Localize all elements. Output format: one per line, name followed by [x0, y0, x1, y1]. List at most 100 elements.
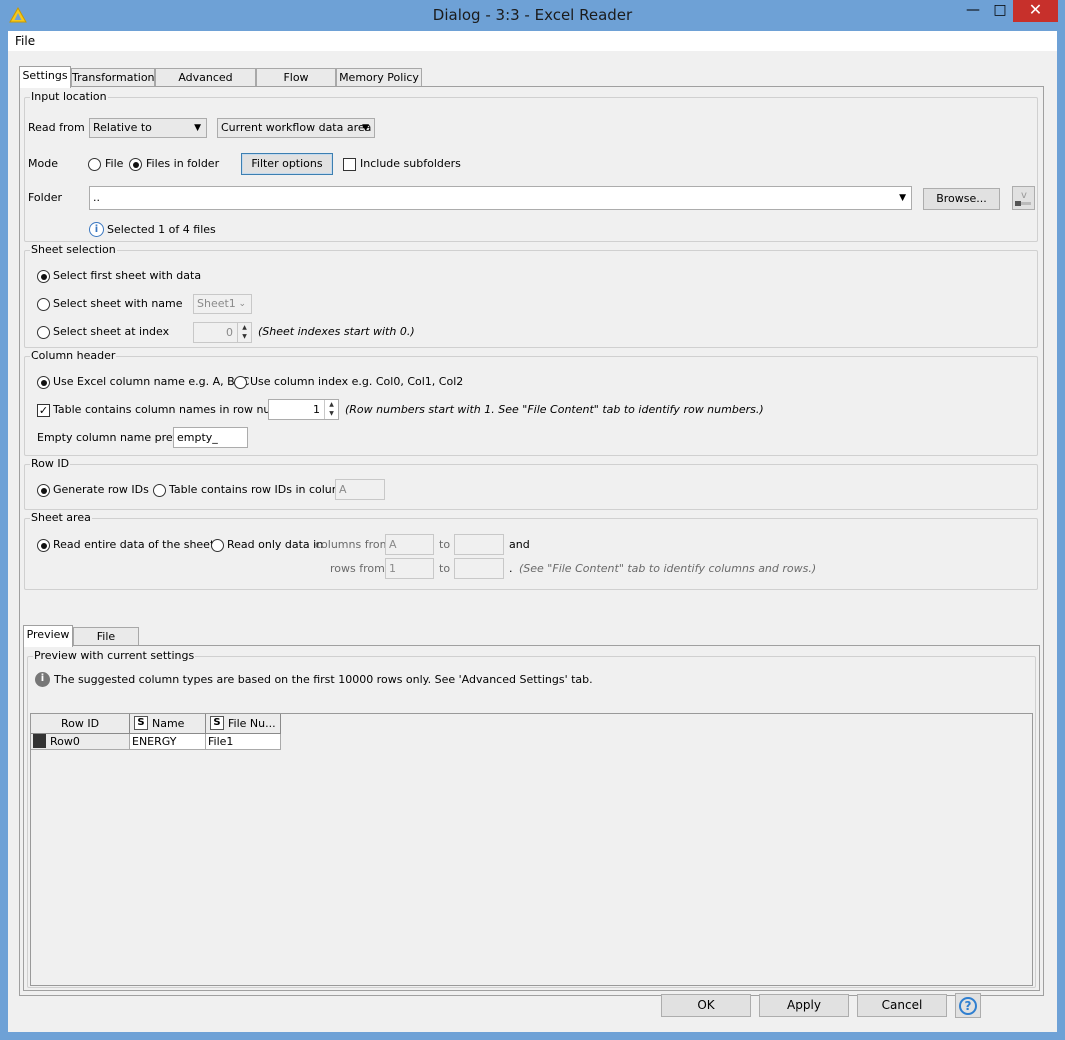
first-sheet-radio[interactable]: [37, 270, 50, 283]
svg-text:v: v: [1021, 190, 1027, 201]
row-ids-in-column-label[interactable]: Table contains row IDs in column: [169, 483, 349, 496]
empty-prefix-input[interactable]: empty_: [173, 427, 248, 448]
flow-variable-icon: v: [1015, 190, 1031, 206]
generate-row-ids-radio[interactable]: [37, 484, 50, 497]
row-ids-in-column-radio[interactable]: [153, 484, 166, 497]
row-number-value: 1: [313, 403, 320, 416]
string-type-icon: S: [210, 716, 224, 730]
table-cell[interactable]: ENERGY: [130, 734, 206, 750]
mode-label: Mode: [28, 157, 58, 170]
string-type-icon: S: [134, 716, 148, 730]
sheet-name-value: Sheet1: [197, 297, 236, 310]
sheet-selection-group: Sheet selection Select first sheet with …: [24, 243, 1038, 348]
sheet-index-label[interactable]: Select sheet at index: [53, 325, 169, 338]
selected-files-info: Selected 1 of 4 files: [107, 223, 216, 236]
help-button[interactable]: ?: [955, 993, 981, 1018]
sheet-name-select[interactable]: Sheet1 ⌄: [193, 294, 252, 314]
row-number-spinner[interactable]: 1 ▲ ▼: [268, 399, 339, 420]
tab-preview[interactable]: Preview: [23, 625, 73, 647]
browse-button[interactable]: Browse...: [923, 188, 1000, 210]
excel-column-name-radio[interactable]: [37, 376, 50, 389]
folder-label: Folder: [28, 191, 62, 204]
first-sheet-label[interactable]: Select first sheet with data: [53, 269, 201, 282]
sheet-name-label[interactable]: Select sheet with name: [53, 297, 183, 310]
ok-button[interactable]: OK: [661, 994, 751, 1017]
read-only-radio[interactable]: [211, 539, 224, 552]
columns-from-input[interactable]: A: [385, 534, 434, 555]
preview-panel: Preview with current settings i The sugg…: [23, 645, 1040, 991]
dialog-client: File Settings Transformation Advanced Se…: [8, 31, 1057, 1032]
row-id-title: Row ID: [30, 457, 71, 470]
row-number-hint: (Row numbers start with 1. See "File Con…: [345, 403, 764, 416]
spinner-arrows-icon[interactable]: ▲ ▼: [324, 400, 338, 419]
excel-column-name-label[interactable]: Use Excel column name e.g. A, B, C: [53, 375, 249, 388]
info-icon: i: [35, 672, 50, 687]
column-header-label: Name: [152, 717, 185, 730]
close-icon[interactable]: ✕: [1013, 0, 1058, 22]
column-index-label[interactable]: Use column index e.g. Col0, Col1, Col2: [250, 375, 463, 388]
sheet-index-hint: (Sheet indexes start with 0.): [258, 325, 415, 338]
sheet-selection-title: Sheet selection: [30, 243, 117, 256]
tab-file-content[interactable]: File Content: [73, 627, 139, 660]
mode-files-in-folder-label[interactable]: Files in folder: [146, 157, 219, 170]
columns-to-input[interactable]: [454, 534, 504, 555]
column-header-name[interactable]: S Name: [130, 714, 206, 734]
generate-row-ids-label[interactable]: Generate row IDs: [53, 483, 149, 496]
tab-transformation[interactable]: Transformation: [71, 68, 155, 87]
filter-options-button[interactable]: Filter options: [241, 153, 333, 175]
sheet-area-title: Sheet area: [30, 511, 92, 524]
sheet-index-spinner[interactable]: 0 ▲ ▼: [193, 322, 252, 343]
column-header-label: Row ID: [60, 717, 100, 730]
rows-from-label: rows from: [330, 562, 385, 575]
preview-table[interactable]: Row ID S Name S File Nu... Row0 ENERGY Fil…: [30, 713, 1033, 986]
row-id-column-input[interactable]: A: [335, 479, 385, 500]
tab-settings[interactable]: Settings: [19, 66, 71, 88]
include-subfolders-checkbox[interactable]: [343, 158, 356, 171]
mode-file-radio[interactable]: [88, 158, 101, 171]
read-entire-radio[interactable]: [37, 539, 50, 552]
sheet-index-radio[interactable]: [37, 326, 50, 339]
include-subfolders-label[interactable]: Include subfolders: [360, 157, 461, 170]
column-header-group: Column header Use Excel column name e.g.…: [24, 349, 1038, 456]
empty-prefix-label: Empty column name prefix:: [37, 431, 190, 444]
rows-to-label: to: [439, 562, 451, 575]
column-index-radio[interactable]: [234, 376, 247, 389]
folder-value: ..: [93, 191, 100, 204]
read-from-select[interactable]: Relative to ▼: [89, 118, 207, 138]
tab-advanced-settings[interactable]: Advanced Settings: [155, 68, 256, 101]
folder-input[interactable]: .. ▼: [89, 186, 912, 210]
apply-button[interactable]: Apply: [759, 994, 849, 1017]
chevron-down-icon[interactable]: ▼: [899, 187, 906, 209]
cancel-button[interactable]: Cancel: [857, 994, 947, 1017]
relative-to-select[interactable]: Current workflow data area ▼: [217, 118, 375, 138]
read-only-label[interactable]: Read only data in: [227, 538, 323, 551]
table-cell[interactable]: File1: [206, 734, 281, 750]
flow-variable-button[interactable]: v: [1012, 186, 1035, 210]
read-from-value: Relative to: [93, 121, 152, 134]
sheet-name-radio[interactable]: [37, 298, 50, 311]
mode-files-in-folder-radio[interactable]: [129, 158, 142, 171]
contains-column-names-checkbox[interactable]: ✓: [37, 404, 50, 417]
row-marker-icon: [33, 734, 46, 748]
maximize-icon[interactable]: □: [986, 0, 1014, 22]
column-header-title: Column header: [30, 349, 117, 362]
table-row-header[interactable]: Row0: [31, 734, 130, 750]
column-header-file-number[interactable]: S File Nu...: [206, 714, 281, 734]
column-header-row-id[interactable]: Row ID: [31, 714, 130, 734]
spinner-arrows-icon[interactable]: ▲ ▼: [237, 323, 251, 342]
row-id-cell: Row0: [50, 735, 80, 748]
tab-flow-variables[interactable]: Flow Variables: [256, 68, 336, 101]
mode-file-label[interactable]: File: [105, 157, 123, 170]
minimize-icon[interactable]: —: [959, 0, 987, 22]
tab-memory-policy[interactable]: Memory Policy: [336, 68, 422, 87]
row-id-column-value: A: [339, 483, 347, 496]
info-icon: i: [89, 222, 104, 237]
sheet-area-group: Sheet area Read entire data of the sheet…: [24, 511, 1038, 590]
title-bar[interactable]: Dialog - 3:3 - Excel Reader — □ ✕: [0, 0, 1065, 31]
read-entire-label[interactable]: Read entire data of the sheet: [53, 538, 214, 551]
rows-to-input[interactable]: [454, 558, 504, 579]
columns-from-value: A: [389, 538, 397, 551]
rows-from-input[interactable]: 1: [385, 558, 434, 579]
menu-file[interactable]: File: [15, 34, 35, 48]
contains-column-names-label[interactable]: Table contains column names in row numbe…: [53, 403, 299, 416]
